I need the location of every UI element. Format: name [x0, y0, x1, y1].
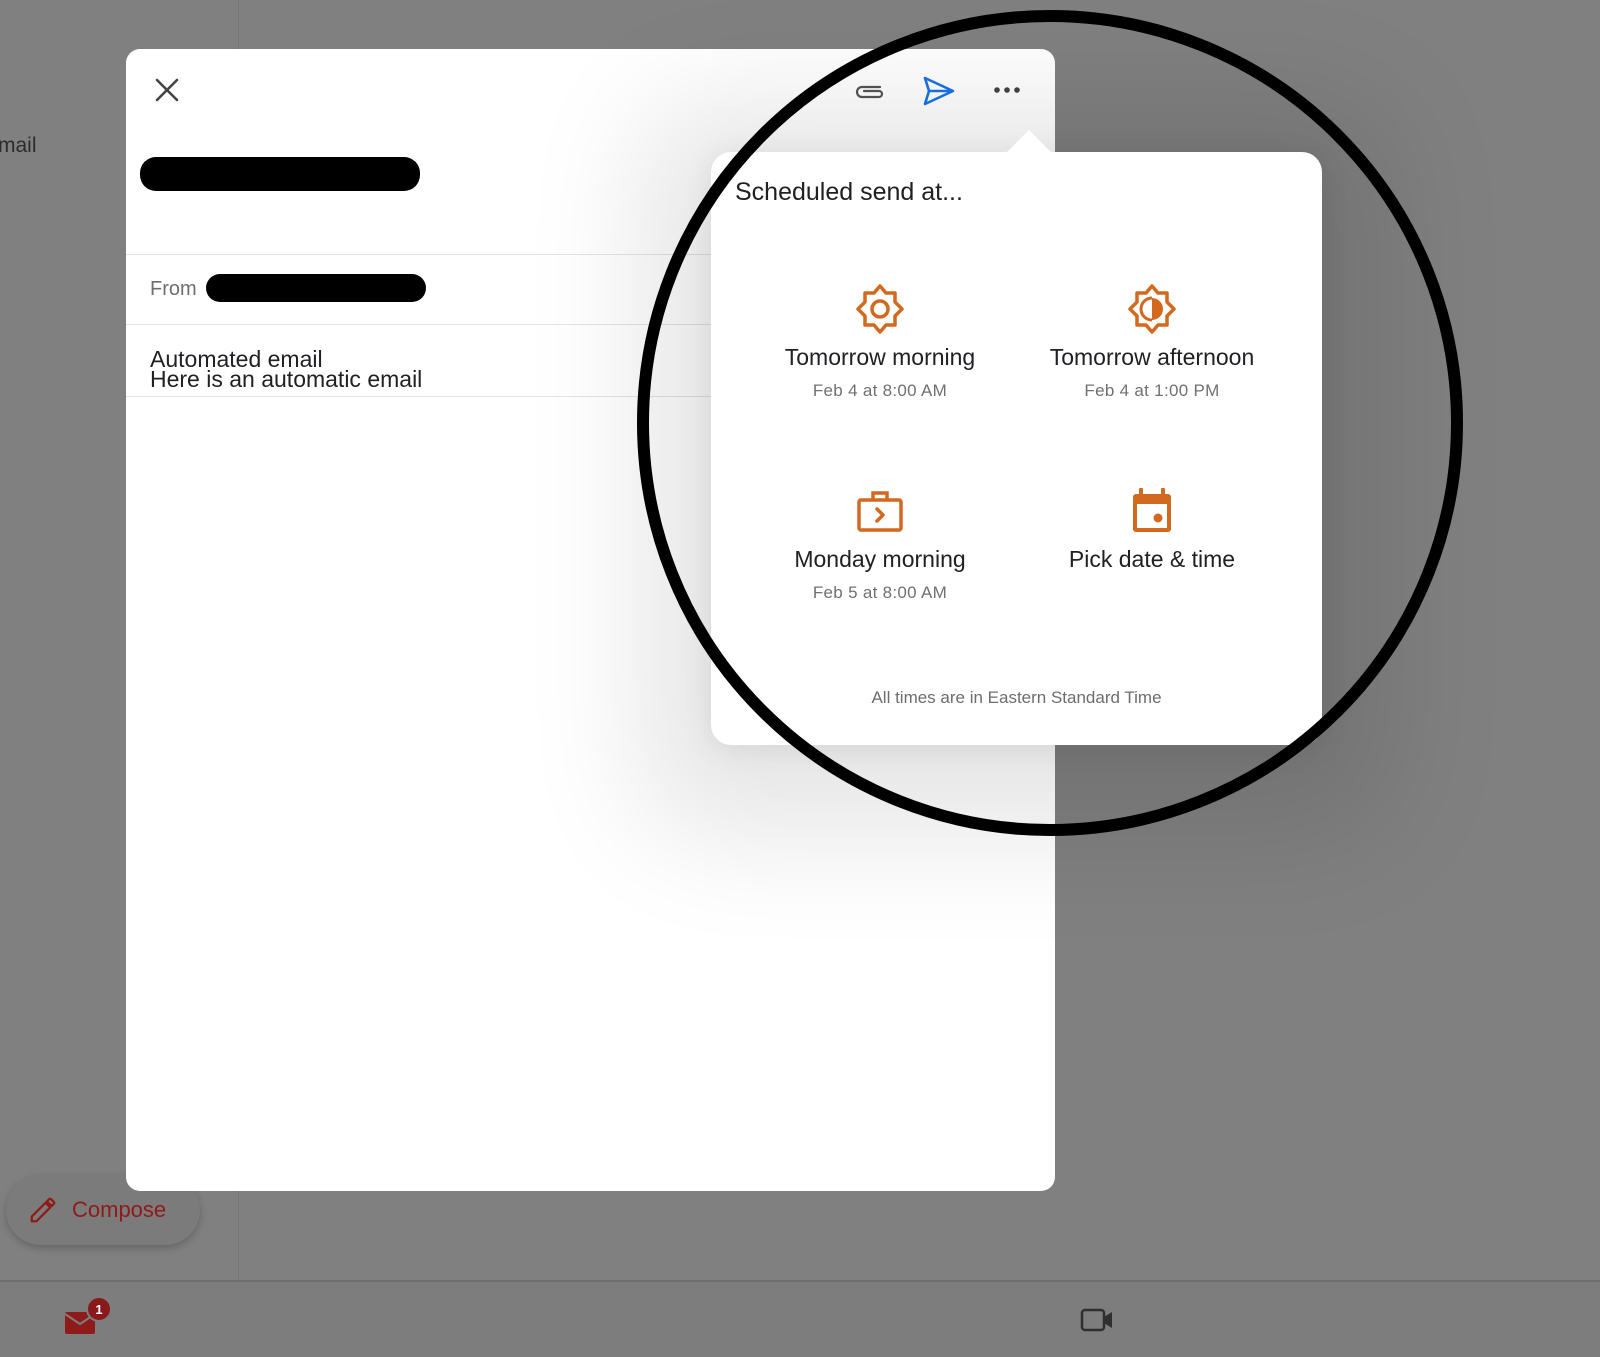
redacted-recipient — [140, 157, 420, 191]
background-partial-text: mail — [0, 134, 37, 157]
from-label: From — [150, 278, 197, 300]
attach-button[interactable] — [852, 77, 888, 105]
popover-title: Scheduled send at... — [735, 178, 963, 206]
option-label: Tomorrow afternoon — [1049, 344, 1255, 370]
option-label: Pick date & time — [1068, 546, 1236, 572]
paperclip-icon — [855, 85, 884, 99]
option-datetime: Feb 4 at 1:00 PM — [1084, 381, 1220, 400]
option-datetime: Feb 5 at 8:00 AM — [812, 583, 948, 602]
sun-icon — [856, 284, 904, 334]
more-horizontal-icon — [994, 87, 1020, 93]
more-options-button[interactable] — [992, 79, 1022, 101]
bottom-navigation: 1 — [0, 1280, 1600, 1357]
close-icon — [155, 78, 179, 102]
timezone-note: All times are in Eastern Standard Time — [871, 688, 1162, 707]
popover-arrow — [1007, 130, 1051, 152]
message-body[interactable]: Here is an automatic email — [150, 366, 422, 393]
briefcase-icon — [857, 491, 903, 532]
option-monday-morning[interactable]: Monday morning Feb 5 at 8:00 AM — [735, 484, 1025, 654]
option-datetime: Feb 4 at 8:00 AM — [812, 381, 948, 400]
meet-tab[interactable] — [1080, 1306, 1116, 1336]
send-icon — [923, 76, 955, 106]
send-button[interactable] — [922, 75, 956, 107]
option-label: Tomorrow morning — [784, 344, 976, 370]
option-tomorrow-afternoon[interactable]: Tomorrow afternoon Feb 4 at 1:00 PM — [1007, 282, 1297, 452]
calendar-icon — [1133, 488, 1171, 532]
option-label: Monday morning — [794, 546, 966, 572]
compose-label: Compose — [72, 1197, 167, 1222]
video-camera-icon — [1080, 1308, 1112, 1332]
option-tomorrow-morning[interactable]: Tomorrow morning Feb 4 at 8:00 AM — [735, 282, 1025, 452]
pencil-icon — [30, 1197, 56, 1223]
option-pick-date-time[interactable]: Pick date & time — [1007, 484, 1297, 654]
redacted-sender — [206, 274, 426, 302]
brightness-half-icon — [1128, 284, 1176, 334]
schedule-send-popover: Scheduled send at... Tomorrow morning Fe… — [711, 130, 1322, 745]
close-button[interactable] — [152, 75, 182, 105]
unread-badge: 1 — [86, 1296, 112, 1322]
